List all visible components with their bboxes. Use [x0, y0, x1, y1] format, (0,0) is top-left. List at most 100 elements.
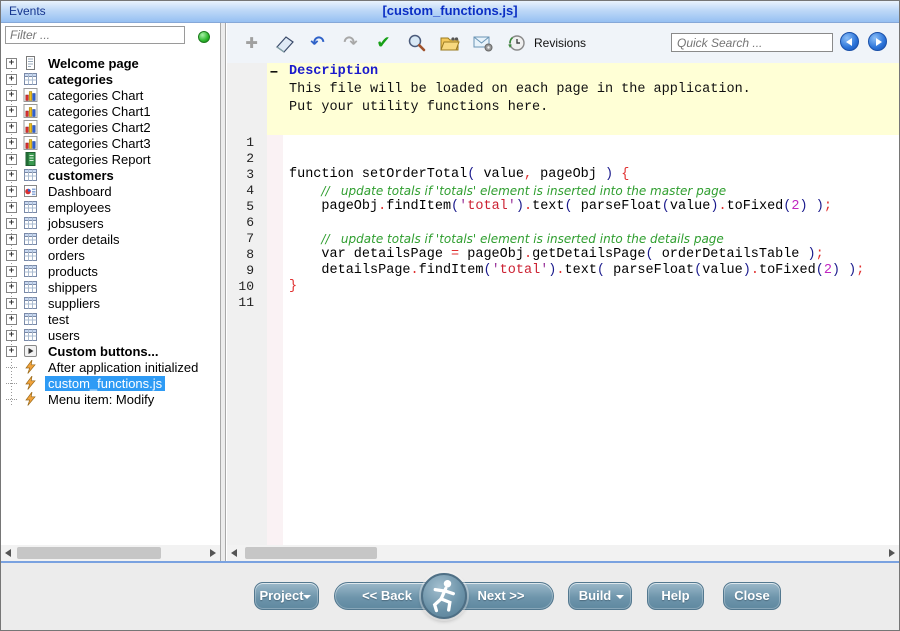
editor-horizontal-scrollbar[interactable]: [227, 545, 899, 561]
tree-item[interactable]: + orders: [1, 247, 220, 263]
close-button[interactable]: Close: [723, 582, 781, 610]
tree-item-label[interactable]: categories: [45, 72, 116, 87]
redo-icon[interactable]: ↷: [334, 30, 367, 56]
expand-plus-icon[interactable]: +: [6, 186, 17, 197]
eraser-icon[interactable]: [268, 30, 301, 56]
tree-item-label[interactable]: After application initialized: [45, 360, 201, 375]
tree-item-label[interactable]: Dashboard: [45, 184, 115, 199]
tree-item[interactable]: custom_functions.js: [1, 375, 220, 391]
open-file-icon[interactable]: [433, 30, 466, 56]
scrollbar-thumb[interactable]: [17, 547, 161, 559]
expand-plus-icon[interactable]: +: [6, 250, 17, 261]
tree-item[interactable]: + jobsusers: [1, 215, 220, 231]
expand-plus-icon[interactable]: +: [6, 170, 17, 181]
tree-item-label[interactable]: jobsusers: [45, 216, 107, 231]
tree-item[interactable]: + test: [1, 311, 220, 327]
expand-plus-icon[interactable]: +: [6, 330, 17, 341]
tree-item-label[interactable]: categories Report: [45, 152, 154, 167]
tree-item-label[interactable]: categories Chart2: [45, 120, 154, 135]
tree-item-label[interactable]: categories Chart3: [45, 136, 154, 151]
search-icon[interactable]: [400, 30, 433, 56]
expand-plus-icon[interactable]: +: [6, 234, 17, 245]
code-line[interactable]: 6: [227, 215, 899, 231]
expand-plus-icon[interactable]: +: [6, 154, 17, 165]
tree-item-label[interactable]: Custom buttons...: [45, 344, 162, 359]
tree-item-label[interactable]: orders: [45, 248, 88, 263]
expand-plus-icon[interactable]: +: [6, 314, 17, 325]
tree-item-label[interactable]: customers: [45, 168, 117, 183]
tree-item[interactable]: + Dashboard: [1, 183, 220, 199]
tree-item-label[interactable]: employees: [45, 200, 114, 215]
help-button[interactable]: Help: [647, 582, 704, 610]
tree-item[interactable]: + Welcome page: [1, 55, 220, 71]
add-icon[interactable]: ✚: [235, 30, 268, 56]
tree-item-label[interactable]: products: [45, 264, 101, 279]
code-line[interactable]: 10}: [227, 279, 899, 295]
tree-item[interactable]: + categories Chart3: [1, 135, 220, 151]
tree-item-label[interactable]: categories Chart: [45, 88, 146, 103]
code-line[interactable]: 7 // update totals if 'totals' element i…: [227, 231, 899, 247]
tree-item[interactable]: + customers: [1, 167, 220, 183]
tree-item[interactable]: + order details: [1, 231, 220, 247]
tree-item[interactable]: + categories: [1, 71, 220, 87]
filter-input[interactable]: [5, 26, 185, 44]
expand-plus-icon[interactable]: +: [6, 298, 17, 309]
expand-plus-icon[interactable]: +: [6, 58, 17, 69]
tree-horizontal-scrollbar[interactable]: [1, 545, 220, 561]
tree-item[interactable]: + shippers: [1, 279, 220, 295]
fold-collapse-icon[interactable]: −: [270, 64, 278, 82]
expand-plus-icon[interactable]: +: [6, 202, 17, 213]
code-line[interactable]: 8 var detailsPage = pageObj.getDetailsPa…: [227, 247, 899, 263]
revisions-icon[interactable]: [499, 30, 532, 56]
revisions-button-label[interactable]: Revisions: [534, 36, 586, 50]
build-button[interactable]: Build: [568, 582, 632, 610]
tree-item-label[interactable]: suppliers: [45, 296, 103, 311]
tree-item-label[interactable]: Menu item: Modify: [45, 392, 157, 407]
back-button[interactable]: << Back: [341, 583, 433, 611]
scroll-left-arrow-icon[interactable]: [5, 549, 11, 557]
tree-item[interactable]: Menu item: Modify: [1, 391, 220, 407]
tree-item-label[interactable]: custom_functions.js: [45, 376, 165, 391]
expand-plus-icon[interactable]: +: [6, 266, 17, 277]
tree-item[interactable]: + categories Chart: [1, 87, 220, 103]
undo-icon[interactable]: ↶: [301, 30, 334, 56]
tree-item-label[interactable]: users: [45, 328, 83, 343]
code-line[interactable]: 1: [227, 135, 899, 151]
code-line[interactable]: 3function setOrderTotal( value, pageObj …: [227, 167, 899, 183]
tree-item-label[interactable]: order details: [45, 232, 123, 247]
tree-item[interactable]: + categories Report: [1, 151, 220, 167]
code-line[interactable]: 9 detailsPage.findItem('total').text( pa…: [227, 263, 899, 279]
scroll-right-arrow-icon[interactable]: [889, 549, 895, 557]
quick-search-input[interactable]: [671, 33, 833, 52]
expand-plus-icon[interactable]: +: [6, 90, 17, 101]
code-line[interactable]: 5 pageObj.findItem('total').text( parseF…: [227, 199, 899, 215]
tree-item-label[interactable]: shippers: [45, 280, 100, 295]
next-button[interactable]: Next >>: [455, 583, 547, 611]
expand-plus-icon[interactable]: +: [6, 218, 17, 229]
search-next-button[interactable]: [868, 32, 887, 51]
panel-splitter[interactable]: [220, 23, 226, 561]
tree-item-label[interactable]: test: [45, 312, 72, 327]
tree-item[interactable]: + users: [1, 327, 220, 343]
code-line[interactable]: 2: [227, 151, 899, 167]
search-previous-button[interactable]: [840, 32, 859, 51]
tree-item[interactable]: + products: [1, 263, 220, 279]
scrollbar-thumb[interactable]: [245, 547, 377, 559]
tree-item-label[interactable]: Welcome page: [45, 56, 142, 71]
expand-plus-icon[interactable]: +: [6, 106, 17, 117]
code-line[interactable]: 11: [227, 295, 899, 311]
expand-plus-icon[interactable]: +: [6, 138, 17, 149]
code-line[interactable]: 4 // update totals if 'totals' element i…: [227, 183, 899, 199]
tree-item[interactable]: + categories Chart1: [1, 103, 220, 119]
apply-icon[interactable]: ✔: [367, 30, 400, 56]
expand-plus-icon[interactable]: +: [6, 74, 17, 85]
expand-plus-icon[interactable]: +: [6, 122, 17, 133]
tree-item[interactable]: + categories Chart2: [1, 119, 220, 135]
tree-item[interactable]: + suppliers: [1, 295, 220, 311]
send-email-icon[interactable]: [466, 30, 499, 56]
tree-item-label[interactable]: categories Chart1: [45, 104, 154, 119]
scroll-left-arrow-icon[interactable]: [231, 549, 237, 557]
tree-item[interactable]: After application initialized: [1, 359, 220, 375]
expand-plus-icon[interactable]: +: [6, 282, 17, 293]
project-button[interactable]: Project: [254, 582, 319, 610]
